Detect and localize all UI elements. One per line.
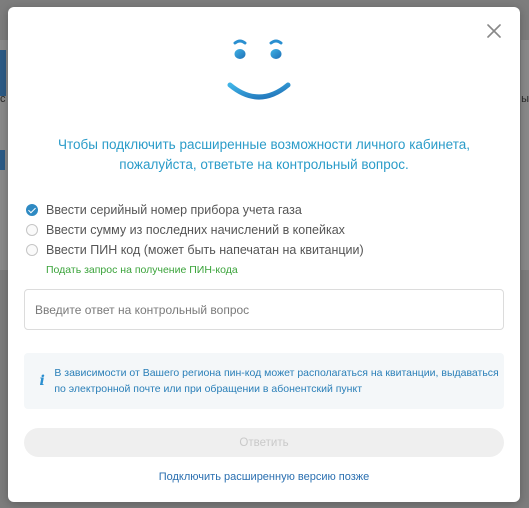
radio-checked[interactable] xyxy=(26,204,38,216)
close-button[interactable] xyxy=(482,19,506,43)
info-icon: i xyxy=(39,373,45,389)
radio-unchecked[interactable] xyxy=(26,244,38,256)
background-right-text: ы xyxy=(521,93,529,105)
radio-unchecked[interactable] xyxy=(26,224,38,236)
option-pin-code[interactable]: Ввести ПИН код (может быть напечатан на … xyxy=(26,240,506,260)
background-left-text: с xyxy=(0,93,6,105)
info-text: В зависимости от Вашего региона пин-код … xyxy=(54,367,499,395)
connect-later-link[interactable]: Подключить расширенную версию позже xyxy=(8,471,520,483)
answer-input[interactable] xyxy=(24,289,504,330)
option-label: Ввести серийный номер прибора учета газа xyxy=(46,203,302,217)
background-right-panel xyxy=(521,40,529,270)
pin-verification-modal: Чтобы подключить расширенные возможности… xyxy=(8,7,520,502)
verification-options: Ввести серийный номер прибора учета газа… xyxy=(26,200,506,278)
option-label: Ввести сумму из последних начислений в к… xyxy=(46,223,345,237)
option-serial-number[interactable]: Ввести серийный номер прибора учета газа xyxy=(26,200,506,220)
submit-button[interactable]: Ответить xyxy=(24,428,504,457)
background-header-fragment xyxy=(0,50,6,96)
option-label: Ввести ПИН код (может быть напечатан на … xyxy=(46,243,364,257)
smiley-icon xyxy=(227,39,291,100)
intro-text: Чтобы подключить расширенные возможности… xyxy=(58,137,470,172)
background-button-fragment xyxy=(0,150,5,170)
close-icon xyxy=(487,24,501,38)
info-box: i В зависимости от Вашего региона пин-ко… xyxy=(24,353,504,409)
option-charge-amount[interactable]: Ввести сумму из последних начислений в к… xyxy=(26,220,506,240)
pin-request-link[interactable]: Подать запрос на получение ПИН-кода xyxy=(46,264,238,276)
